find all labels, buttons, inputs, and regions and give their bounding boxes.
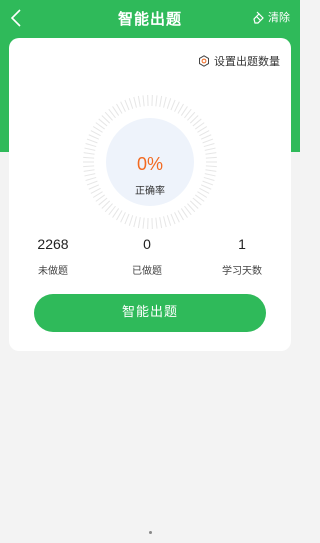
dial-tick [200,184,212,190]
stat-value: 2268 [37,236,69,252]
dial-tick [128,215,134,226]
clear-label: 清除 [268,11,290,24]
dial-tick [85,143,97,148]
dial-tick [155,217,158,229]
practice-card: 设置出题数量 0% 正确率 2268 未做题 0 已做题 1 学习天数 智能出题 [9,38,291,351]
eraser-icon [253,11,264,24]
dial-tick [137,95,141,107]
dial-tick [95,122,105,130]
dial-tick [163,216,167,228]
stat-value: 0 [143,236,151,252]
clear-button[interactable]: 清除 [252,9,290,25]
dial-tick [86,138,98,144]
dial-tick [142,217,145,229]
dial-tick [112,106,120,116]
stat-label: 已做题 [132,266,162,277]
dial-tick [170,213,176,225]
stat-label: 未做题 [38,266,68,277]
settings-label: 设置出题数量 [214,55,280,68]
generate-questions-button[interactable]: 智能出题 [34,294,266,332]
dial-tick [199,130,210,137]
accuracy-value: 0% [136,154,163,174]
dial-tick [159,217,163,229]
stats-row: 2268 未做题 0 已做题 1 学习天数 [9,234,291,280]
dial-tick [116,103,123,114]
dial-tick [199,187,210,194]
dial-tick [170,99,176,111]
dial-tick [83,152,95,155]
dial-tick [205,152,217,155]
home-indicator [149,531,152,534]
dial-tick [205,165,217,168]
dial-tick [195,194,205,202]
dial-tick [166,98,172,109]
dial-tick [197,191,208,198]
dial-tick [205,169,217,172]
dial-tick [128,98,134,109]
dial-tick [177,103,184,114]
dial-tick [124,213,130,225]
accuracy-circle: 0% 正确率 [106,118,194,206]
dial-tick [204,173,216,177]
dial-tick [86,180,98,186]
dial-tick [195,122,205,130]
accuracy-label: 正确率 [135,186,165,197]
dial-tick [142,95,145,107]
stat-label: 学习天数 [222,266,262,277]
dial-tick [84,173,96,177]
dial-tick [120,212,126,223]
gear-icon [199,55,209,67]
dial-tick [83,156,95,159]
dial-tick [137,217,141,229]
dial-tick [202,180,214,186]
dial-tick [88,184,100,190]
dial-tick [92,191,103,198]
dial-tick [116,210,123,221]
dial-tick [95,194,105,202]
dial-tick [83,165,95,168]
dial-tick [133,96,137,108]
dial-tick [177,210,184,221]
stat-answered: 0 已做题 [107,234,187,277]
stat-study-days: 1 学习天数 [202,234,282,277]
dial-tick [84,147,96,151]
dial-tick [203,143,215,148]
dial-tick [163,96,167,108]
accuracy-dial: 0% 正确率 [80,92,220,232]
dial-tick [159,95,163,107]
dial-tick [197,126,208,133]
dial-tick [92,126,103,133]
dial-tick [174,101,180,112]
dial-tick [133,216,137,228]
set-question-count-button[interactable]: 设置出题数量 [198,53,280,69]
dial-tick [112,208,120,218]
dial-tick [202,138,214,144]
dial-tick [203,176,215,181]
dial-tick [205,156,217,159]
dial-tick [180,208,188,218]
dial-tick [124,99,130,111]
dial-tick [85,176,97,181]
dial-tick [90,187,101,194]
dial-tick [174,212,180,223]
dial-tick [90,130,101,137]
dial-tick [166,215,172,226]
dial-tick [204,147,216,151]
dial-tick [83,169,95,172]
top-bar: 智能出题 清除 [0,0,300,36]
dial-tick [200,134,212,140]
dial-tick [88,134,100,140]
dial-tick [120,101,126,112]
dial-tick [180,106,188,116]
stat-unanswered: 2268 未做题 [13,234,93,277]
dial-tick [155,95,158,107]
stat-value: 1 [238,236,246,252]
